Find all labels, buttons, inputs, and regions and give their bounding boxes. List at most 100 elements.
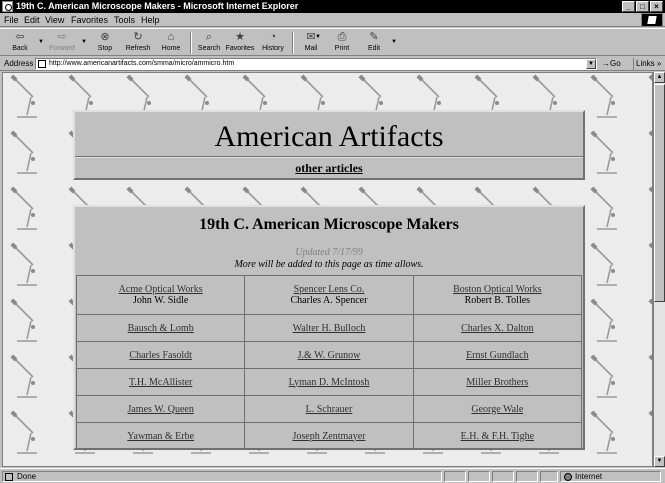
mail-dropdown-icon[interactable]: ▼	[315, 34, 321, 40]
edit-dropdown-icon[interactable]: ▼	[391, 39, 397, 45]
forward-arrow-icon: ⇨	[57, 31, 67, 43]
maker-cell: E.H. & F.H. Tighe	[412, 422, 583, 450]
maximize-button[interactable]: □	[636, 1, 649, 12]
back-label: Back	[12, 45, 28, 52]
status-cell	[540, 471, 558, 482]
maker-cell: Charles Fasoldt	[75, 341, 246, 369]
maker-cell: L. Schrauer	[244, 395, 414, 423]
maker-link[interactable]: Walter H. Bulloch	[245, 323, 412, 334]
toolbar: ⇦ Back ▼ ⇨ Forward ▼ ⊗ Stop ↻ Refresh ⌂ …	[0, 28, 665, 56]
maker-cell: Joseph Zentmayer	[244, 422, 414, 450]
scroll-down-icon[interactable]: ▼	[654, 456, 665, 467]
address-url[interactable]: http://www.americanartifacts.com/smma/mi…	[49, 60, 234, 67]
maker-link[interactable]: T.H. McAllister	[77, 377, 244, 388]
home-button[interactable]: ⌂ Home	[155, 30, 187, 56]
scroll-up-icon[interactable]: ▲	[654, 72, 665, 83]
maker-link[interactable]: E.H. & F.H. Tighe	[414, 431, 581, 442]
status-bar: Done Internet	[0, 468, 665, 483]
ie-app-icon[interactable]	[2, 1, 13, 12]
edit-button[interactable]: ✎ Edit	[358, 30, 390, 56]
forward-dropdown-icon[interactable]: ▼	[81, 39, 87, 45]
table-row: Bausch & Lomb Walter H. Bulloch Charles …	[75, 314, 583, 342]
maker-link[interactable]: Joseph Zentmayer	[245, 431, 412, 442]
back-button[interactable]: ⇦ Back	[4, 30, 36, 56]
close-button[interactable]: ×	[650, 1, 663, 12]
table-row: Yawman & Erbe Joseph Zentmayer E.H. & F.…	[75, 422, 583, 450]
maker-link[interactable]: L. Schrauer	[245, 404, 412, 415]
favorites-button[interactable]: ★ Favorites	[224, 30, 256, 56]
maker-cell: James W. Queen	[75, 395, 246, 423]
maker-cell: Bausch & Lomb	[75, 314, 246, 342]
maker-cell: Boston Optical Works Robert B. Tolles	[412, 275, 583, 315]
maker-link[interactable]: Ernst Gundlach	[414, 350, 581, 361]
maker-link-acme[interactable]: Acme Optical Works	[77, 284, 244, 295]
stop-button[interactable]: ⊗ Stop	[89, 30, 121, 56]
windows-logo-icon	[641, 13, 663, 27]
favorites-label: Favorites	[225, 45, 255, 52]
stop-label: Stop	[97, 45, 113, 52]
menu-help[interactable]: Help	[141, 15, 160, 25]
refresh-button[interactable]: ↻ Refresh	[122, 30, 154, 56]
maker-cell: George Wale	[412, 395, 583, 423]
maker-link[interactable]: Miller Brothers	[414, 377, 581, 388]
maker-link[interactable]: Lyman D. McIntosh	[245, 377, 412, 388]
print-button[interactable]: ⎙ Print	[326, 30, 358, 56]
table-row: Acme Optical Works John W. Sidle Spencer…	[75, 275, 583, 315]
menu-favorites[interactable]: Favorites	[71, 15, 108, 25]
search-label: Search	[197, 45, 221, 52]
other-articles-link[interactable]: other articles	[75, 161, 583, 176]
page-viewport[interactable]: American Artifacts other articles 19th C…	[2, 72, 653, 467]
search-button[interactable]: ⌕ Search	[193, 30, 225, 56]
maker-link[interactable]: James W. Queen	[77, 404, 244, 415]
search-icon: ⌕	[205, 31, 213, 43]
table-row: T.H. McAllister Lyman D. McIntosh Miller…	[75, 368, 583, 396]
window-title: 19th C. American Microscope Makers - Mic…	[16, 1, 299, 11]
edit-icon: ✎	[369, 31, 379, 43]
maker-link[interactable]: George Wale	[414, 404, 581, 415]
maker-link-boston[interactable]: Boston Optical Works	[414, 284, 581, 295]
maker-cell: Yawman & Erbe	[75, 422, 246, 450]
menu-edit[interactable]: Edit	[24, 15, 40, 25]
address-dropdown-icon[interactable]: ▼	[586, 59, 596, 69]
menu-view[interactable]: View	[45, 15, 64, 25]
maker-cell: J.& W. Grunow	[244, 341, 414, 369]
maker-link[interactable]: Charles X. Dalton	[414, 323, 581, 334]
scroll-thumb[interactable]	[654, 84, 665, 302]
go-button[interactable]: →Go	[602, 59, 621, 68]
maker-link[interactable]: Charles Fasoldt	[77, 350, 244, 361]
minimize-button[interactable]: _	[622, 1, 635, 12]
menu-file[interactable]: File	[4, 15, 19, 25]
maker-link[interactable]: Bausch & Lomb	[77, 323, 244, 334]
address-input[interactable]: http://www.americanartifacts.com/smma/mi…	[35, 58, 597, 70]
forward-button[interactable]: ⇨ Forward	[46, 30, 78, 56]
maker-link[interactable]: J.& W. Grunow	[245, 350, 412, 361]
menu-bar: File Edit View Favorites Tools Help	[0, 13, 665, 27]
maker-person: John W. Sidle	[133, 295, 189, 306]
maker-cell: T.H. McAllister	[75, 368, 246, 396]
table-row: Charles Fasoldt J.& W. Grunow Ernst Gund…	[75, 341, 583, 369]
status-cell	[516, 471, 538, 482]
header-panel: American Artifacts other articles	[73, 110, 585, 180]
back-dropdown-icon[interactable]: ▼	[38, 39, 44, 45]
address-label: Address	[4, 59, 34, 68]
site-title: American Artifacts	[214, 120, 444, 153]
maker-cell: Lyman D. McIntosh	[244, 368, 414, 396]
history-button[interactable]: ◔ History	[257, 30, 289, 56]
maker-link-spencer[interactable]: Spencer Lens Co.	[245, 284, 412, 295]
maker-cell: Spencer Lens Co. Charles A. Spencer	[244, 275, 414, 315]
makers-panel: 19th C. American Microscope Makers Updat…	[73, 205, 585, 450]
page-icon	[38, 60, 46, 68]
page-done-icon	[5, 473, 13, 481]
maker-person: Charles A. Spencer	[290, 295, 368, 306]
maker-cell: Acme Optical Works John W. Sidle	[75, 275, 246, 315]
menu-tools[interactable]: Tools	[114, 15, 135, 25]
status-text: Done	[17, 472, 37, 481]
links-button[interactable]: Links »	[633, 58, 663, 70]
maker-cell: Miller Brothers	[412, 368, 583, 396]
vertical-scrollbar[interactable]: ▲ ▼	[653, 72, 665, 467]
maker-cell: Walter H. Bulloch	[244, 314, 414, 342]
stop-icon: ⊗	[100, 31, 110, 43]
mail-button[interactable]: ✉ Mail	[295, 30, 327, 56]
window-controls: _ □ ×	[622, 1, 663, 12]
maker-link[interactable]: Yawman & Erbe	[77, 431, 244, 442]
